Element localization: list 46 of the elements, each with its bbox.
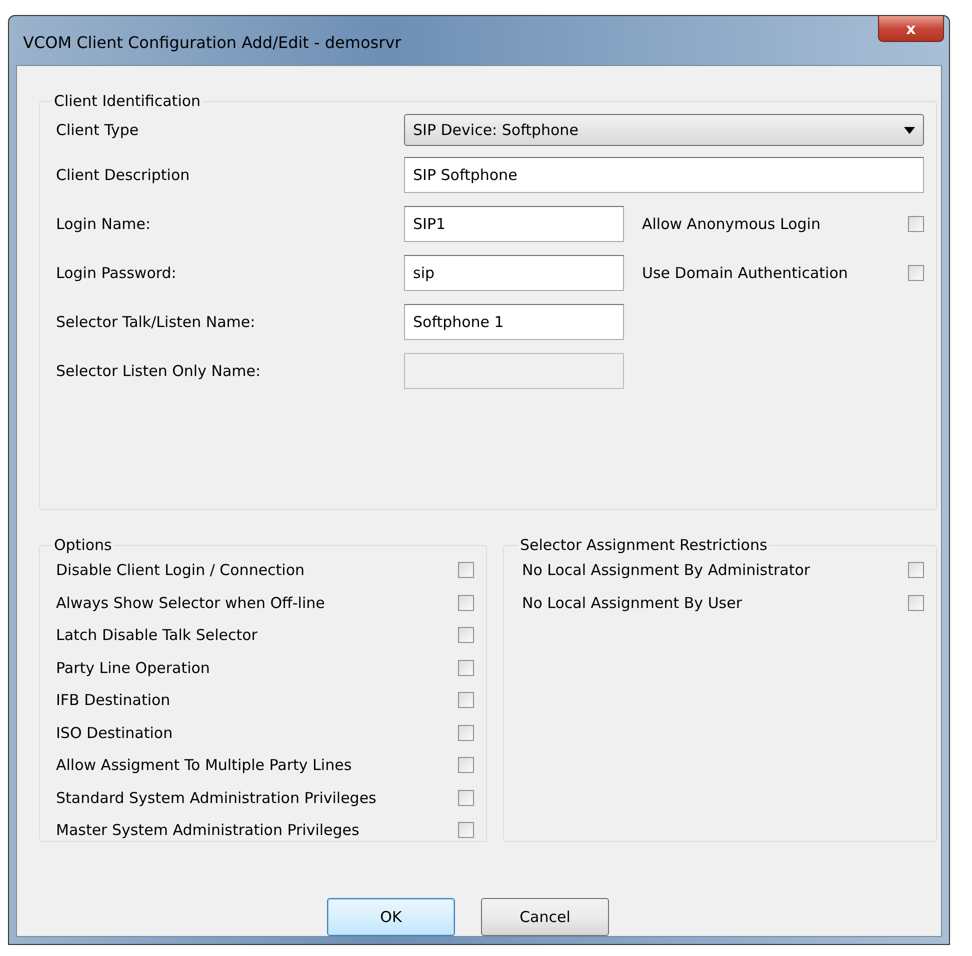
group-title: Client Identification (53, 92, 202, 110)
option-label: Party Line Operation (56, 658, 210, 677)
ok-button[interactable]: OK (327, 898, 455, 936)
option-label: Always Show Selector when Off-line (56, 594, 325, 612)
option-label: Latch Disable Talk Selector (56, 626, 258, 644)
checkbox[interactable] (908, 594, 924, 611)
dropdown-value: SIP Device: Softphone (413, 121, 578, 139)
checkbox[interactable] (458, 692, 474, 708)
checkbox[interactable] (908, 264, 924, 280)
input-field[interactable]: sip (404, 254, 624, 290)
group-title: Selector Assignment Restrictions (519, 536, 768, 554)
checkbox[interactable] (458, 562, 474, 578)
field-label: Client Type (56, 121, 140, 139)
option-label: Master System Administration Privileges (56, 821, 360, 840)
option-label: Disable Client Login / Connection (56, 561, 305, 580)
field-label: Selector Talk/Listen Name: (56, 312, 256, 330)
field-label: Selector Listen Only Name: (56, 362, 262, 380)
checkbox[interactable] (458, 822, 474, 838)
input-field[interactable]: SIP Softphone (404, 156, 924, 192)
option-label: Allow Anonymous Login (641, 214, 822, 232)
option-label: ISO Destination (56, 724, 173, 742)
field-label: Client Description (56, 166, 191, 184)
close-button[interactable]: x (878, 16, 944, 42)
option-label: Standard System Administration Privileges (56, 788, 376, 807)
option-label: No Local Assignment By User (522, 594, 742, 612)
option-label: IFB Destination (56, 691, 170, 710)
checkbox[interactable] (458, 660, 474, 676)
option-label: No Local Assignment By Administrator (522, 561, 810, 580)
checkbox[interactable] (458, 594, 474, 611)
caret-icon (904, 126, 915, 134)
client-type-dropdown[interactable]: SIP Device: Softphone (404, 114, 924, 146)
option-label: Use Domain Authentication (641, 264, 849, 282)
checkbox[interactable] (908, 562, 924, 578)
checkbox[interactable] (458, 724, 474, 741)
checkbox[interactable] (908, 216, 924, 232)
input-field[interactable]: SIP1 (404, 206, 624, 242)
field-label: Login Name: (56, 214, 152, 232)
option-label: Allow Assigment To Multiple Party Lines (56, 756, 352, 774)
window-title: VCOM Client Configuration Add/Edit - demosrvr (23, 33, 402, 52)
checkbox[interactable] (458, 757, 474, 774)
input-field[interactable]: Softphone 1 (404, 304, 624, 340)
group-title: Options (53, 536, 113, 554)
field-label: Login Password: (56, 264, 178, 282)
checkbox[interactable] (458, 627, 474, 644)
checkbox[interactable] (458, 790, 474, 806)
cancel-button[interactable]: Cancel (481, 898, 609, 936)
